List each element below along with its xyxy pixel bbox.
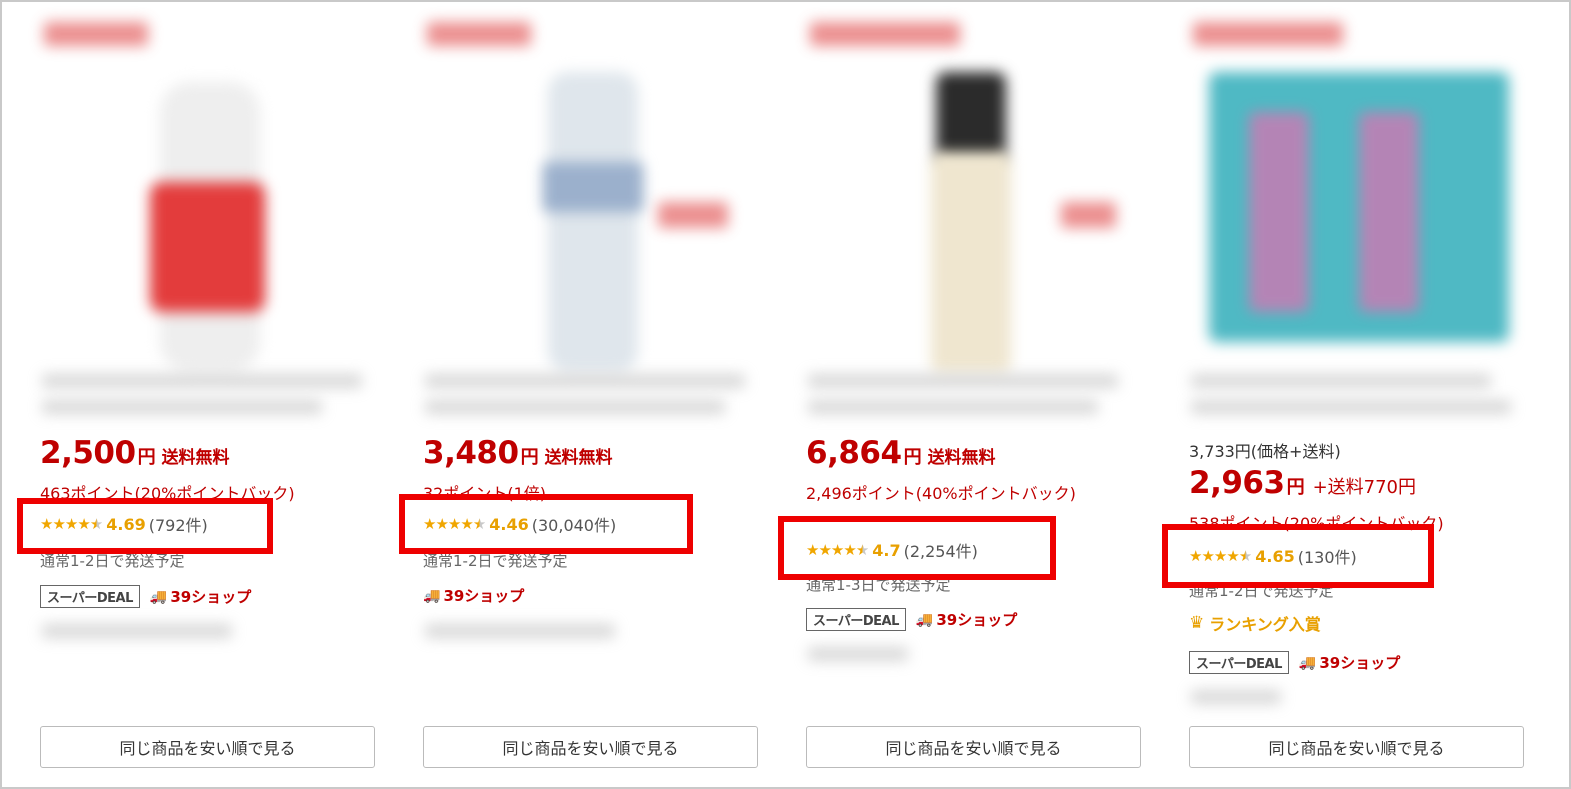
shop39-badge: 🚚 39ショップ	[915, 611, 1018, 629]
shop-name-blurred[interactable]	[1191, 690, 1281, 704]
shop39-badge: 🚚 39ショップ	[1298, 654, 1401, 672]
sort-cheapest-button[interactable]: 同じ商品を安い順で見る	[40, 726, 375, 768]
product-card[interactable]: 3,480 円送料無料 32ポイント(1倍) ★★★★★ 4.46 (30,040…	[423, 2, 783, 787]
product-card[interactable]: 2,500 円送料無料 463ポイント(20%ポイントバック) ★★★★★ 4.6…	[40, 2, 400, 787]
truck-icon: 🚚	[149, 588, 168, 605]
price: 6,864	[806, 435, 902, 471]
tags-row: スーパーDEAL 🚚 39ショップ	[40, 585, 251, 608]
shipping-fee: +送料770円	[1312, 477, 1417, 498]
free-shipping-label: 送料無料	[161, 448, 230, 468]
sort-cheapest-button[interactable]: 同じ商品を安い順で見る	[806, 726, 1141, 768]
original-price: 3,733円(価格+送料)	[1189, 442, 1341, 461]
price: 2,963	[1189, 465, 1285, 501]
sort-cheapest-button[interactable]: 同じ商品を安い順で見る	[1189, 726, 1524, 768]
product-title-blurred[interactable]	[425, 374, 745, 388]
free-shipping-label: 送料無料	[544, 448, 613, 468]
super-deal-tag: スーパーDEAL	[806, 608, 906, 631]
shop39-badge: 🚚 39ショップ	[423, 587, 525, 605]
yen-unit: 円	[520, 447, 539, 468]
product-card[interactable]: 6,864 円送料無料 2,496ポイント(40%ポイントバック) ★★★★★ 4…	[806, 2, 1166, 787]
tags-row: スーパーDEAL 🚚 39ショップ	[806, 608, 1017, 631]
price: 2,500	[40, 435, 136, 471]
tags-row: 🚚 39ショップ	[423, 585, 524, 606]
super-deal-tag: スーパーDEAL	[1189, 651, 1289, 674]
yen-unit: 円	[1286, 477, 1305, 498]
product-card[interactable]: 3,733円(価格+送料) 2,963 円 +送料770円 538ポイント(20%ポ…	[1189, 2, 1549, 787]
shop-name-blurred[interactable]	[425, 624, 615, 638]
truck-icon: 🚚	[1298, 654, 1317, 671]
super-deal-tag: スーパーDEAL	[40, 585, 140, 608]
product-title-blurred[interactable]	[808, 374, 1118, 388]
yen-unit: 円	[137, 447, 156, 468]
product-image[interactable]	[1189, 42, 1549, 372]
price-row: 3,480 円送料無料	[423, 435, 613, 471]
price: 3,480	[423, 435, 519, 471]
rating-highlight-box	[1162, 524, 1434, 588]
sort-cheapest-button[interactable]: 同じ商品を安い順で見る	[423, 726, 758, 768]
shop-name-blurred[interactable]	[808, 647, 908, 661]
price-row: 6,864 円送料無料	[806, 435, 996, 471]
rating-highlight-box	[399, 494, 693, 554]
points-text: 2,496ポイント(40%ポイントバック)	[806, 484, 1076, 503]
product-title-blurred[interactable]	[42, 374, 362, 388]
crown-icon: ♛	[1189, 613, 1205, 633]
tags-row: スーパーDEAL 🚚 39ショップ	[1189, 651, 1400, 674]
ranking-badge[interactable]: ♛ ランキング入賞	[1189, 611, 1321, 635]
free-shipping-label: 送料無料	[927, 448, 996, 468]
product-title-blurred[interactable]	[1191, 374, 1491, 388]
shop39-badge: 🚚 39ショップ	[149, 588, 252, 606]
product-image[interactable]	[40, 42, 400, 372]
price-row: 2,963 円 +送料770円	[1189, 465, 1416, 501]
rating-highlight-box	[778, 516, 1056, 580]
product-image[interactable]	[423, 42, 783, 372]
rating-highlight-box	[17, 498, 273, 554]
truck-icon: 🚚	[915, 611, 934, 628]
truck-icon: 🚚	[423, 587, 441, 604]
shop-name-blurred[interactable]	[42, 624, 232, 638]
price-row: 2,500 円送料無料	[40, 435, 230, 471]
yen-unit: 円	[903, 447, 922, 468]
product-grid: 2,500 円送料無料 463ポイント(20%ポイントバック) ★★★★★ 4.6…	[0, 0, 1571, 789]
product-image[interactable]	[806, 42, 1166, 372]
